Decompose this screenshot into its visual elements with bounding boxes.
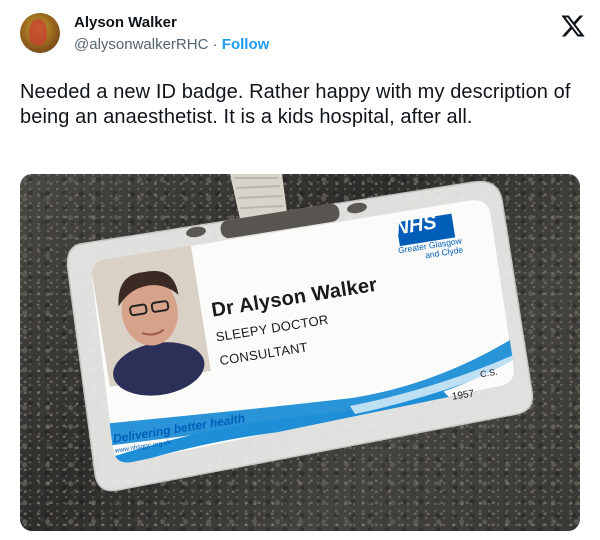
follow-button[interactable]: Follow <box>222 36 270 53</box>
profile-avatar[interactable] <box>20 13 60 53</box>
separator: · <box>212 36 218 53</box>
tweet-photo[interactable]: NHS Greater Glasgow and Clyde Dr Alyson … <box>20 174 580 531</box>
tweet-header: Alyson Walker @alysonwalkerRHC · Follow <box>20 13 590 63</box>
author-handle-row: @alysonwalkerRHC · Follow <box>74 36 269 53</box>
tweet-text: Needed a new ID badge. Rather happy with… <box>20 81 571 128</box>
x-logo-icon[interactable] <box>560 13 586 39</box>
author-name[interactable]: Alyson Walker <box>74 14 177 31</box>
author-handle[interactable]: @alysonwalkerRHC <box>74 36 208 53</box>
